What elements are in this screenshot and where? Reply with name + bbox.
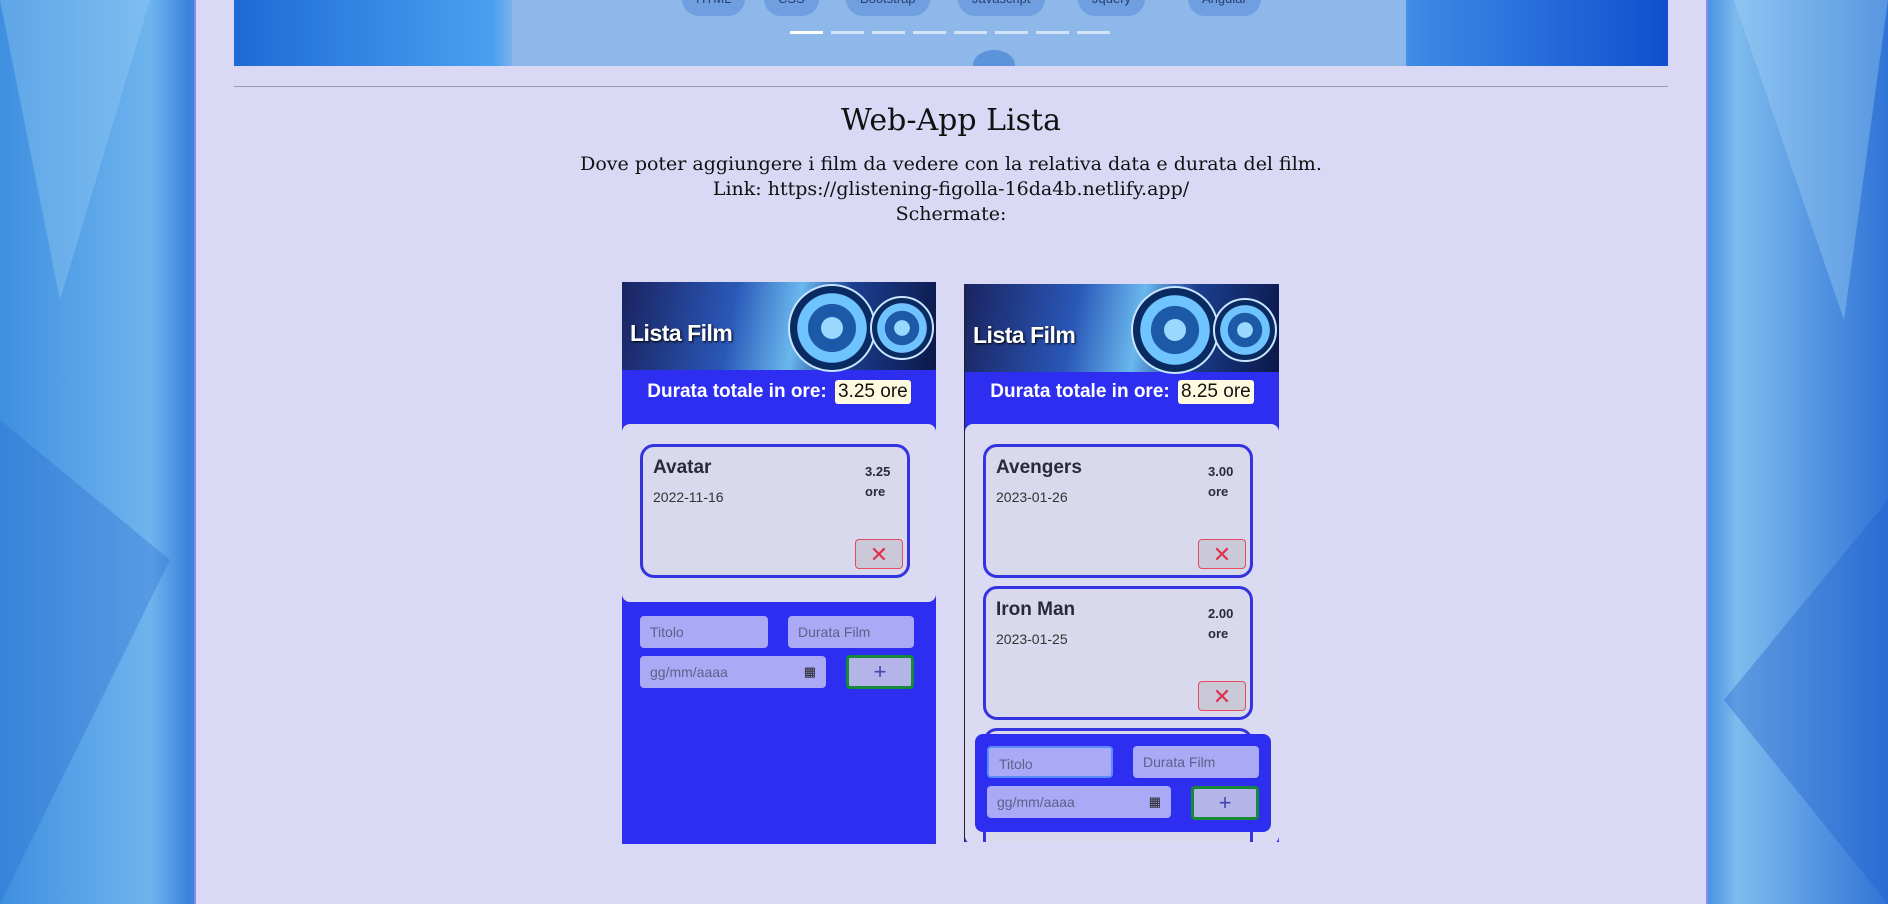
film-reel-icon	[870, 296, 934, 360]
delete-film-button[interactable]: ✕	[1198, 539, 1246, 569]
portfolio-page: HTML CSS Bootstrap Javascript Jquery Ang…	[194, 0, 1708, 904]
add-film-form: Titolo Durata Film gg/mm/aaaa ▦ +	[622, 616, 936, 726]
film-date: 2023-01-26	[996, 489, 1068, 505]
background-decoration	[1724, 0, 1888, 904]
carousel-indicator[interactable]	[1036, 31, 1069, 34]
delete-film-button[interactable]: ✕	[855, 539, 903, 569]
add-film-button[interactable]: +	[1191, 786, 1259, 820]
total-duration-label: Durata totale in ore:	[647, 381, 827, 402]
film-reel-icon	[1213, 298, 1277, 362]
add-film-button[interactable]: +	[846, 655, 914, 689]
project-description: Dove poter aggiungere i film da vedere c…	[196, 152, 1706, 227]
calendar-icon[interactable]: ▦	[804, 656, 816, 688]
section-divider	[234, 86, 1668, 87]
tech-chip: Jquery	[1078, 0, 1146, 16]
tech-chip: Angular	[1188, 0, 1261, 16]
tech-chip: CSS	[764, 0, 819, 16]
film-reel-icon	[788, 284, 876, 372]
total-duration-value: 8.25 ore	[1178, 380, 1254, 404]
carousel-indicator[interactable]	[790, 31, 823, 34]
film-card: Avatar 2022-11-16 3.25 ore ✕	[640, 444, 910, 578]
carousel-indicator[interactable]	[872, 31, 905, 34]
duration-input[interactable]: Durata Film	[788, 616, 914, 648]
app-title: Lista Film	[973, 322, 1076, 348]
carousel-indicator[interactable]	[1077, 31, 1110, 34]
app-screenshot-1: Lista Film Durata totale in ore: 3.25 or…	[622, 282, 936, 844]
date-placeholder: gg/mm/aaaa	[997, 794, 1075, 810]
film-reel-icon	[1131, 286, 1219, 374]
film-duration: 3.25 ore	[865, 464, 891, 499]
film-date: 2023-01-25	[996, 631, 1068, 647]
screens-label: Schermate:	[895, 203, 1007, 225]
carousel-indicator[interactable]	[954, 31, 987, 34]
film-title: Avengers	[996, 457, 1082, 478]
total-duration: Durata totale in ore: 8.25 ore	[965, 380, 1279, 404]
tech-chip: Javascript	[958, 0, 1045, 16]
film-list: Avatar 2022-11-16 3.25 ore ✕	[622, 424, 936, 602]
tech-chip: HTML	[682, 0, 746, 16]
film-date: 2022-11-16	[653, 489, 724, 505]
title-input[interactable]: Titolo	[640, 616, 768, 648]
app-screenshot-2: Lista Film Durata totale in ore: 8.25 or…	[964, 284, 1279, 842]
tech-chip-row: HTML CSS Bootstrap Javascript Jquery Ang…	[512, 0, 1406, 18]
project-title: Web-App Lista	[841, 103, 1061, 138]
carousel-indicator[interactable]	[913, 31, 946, 34]
background-decoration	[0, 0, 170, 904]
film-card: Iron Man 2023-01-25 2.00 ore ✕	[983, 586, 1253, 720]
tech-chip: Bootstrap	[846, 0, 930, 16]
project-link[interactable]: Link: https://glistening-figolla-16da4b.…	[196, 177, 1706, 202]
duration-input[interactable]: Durata Film	[1133, 746, 1259, 778]
date-placeholder: gg/mm/aaaa	[650, 664, 728, 680]
app-banner: Lista Film	[622, 282, 936, 372]
total-duration: Durata totale in ore: 3.25 ore	[622, 380, 936, 404]
film-duration: 2.00 ore	[1208, 606, 1234, 641]
total-duration-label: Durata totale in ore:	[990, 381, 1170, 402]
calendar-icon[interactable]: ▦	[1149, 786, 1161, 818]
total-duration-value: 3.25 ore	[835, 380, 911, 404]
app-title: Lista Film	[630, 320, 733, 346]
date-input[interactable]: gg/mm/aaaa ▦	[640, 656, 826, 688]
date-input[interactable]: gg/mm/aaaa ▦	[987, 786, 1171, 818]
app-banner: Lista Film	[965, 284, 1279, 374]
delete-film-button[interactable]: ✕	[1198, 681, 1246, 711]
add-film-form: Titolo Durata Film gg/mm/aaaa ▦ +	[975, 734, 1271, 832]
title-input[interactable]: Titolo	[987, 746, 1113, 778]
skills-carousel[interactable]: HTML CSS Bootstrap Javascript Jquery Ang…	[234, 0, 1668, 66]
carousel-indicators	[790, 31, 1110, 35]
carousel-indicator[interactable]	[831, 31, 864, 34]
film-duration: 3.00 ore	[1208, 464, 1234, 499]
carousel-indicator[interactable]	[995, 31, 1028, 34]
film-title: Iron Man	[996, 599, 1076, 620]
film-card: Avengers 2023-01-26 3.00 ore ✕	[983, 444, 1253, 578]
description-text: Dove poter aggiungere i film da vedere c…	[580, 153, 1322, 175]
film-title: Avatar	[653, 457, 712, 478]
